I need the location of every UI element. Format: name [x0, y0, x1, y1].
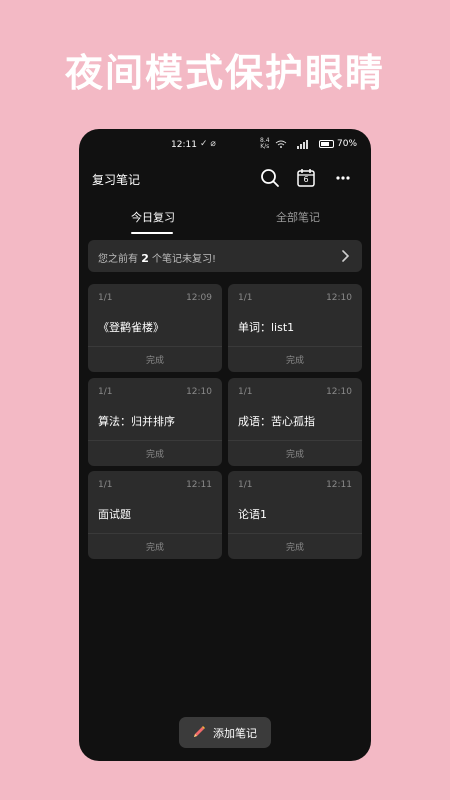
- card-title: 面试题: [98, 508, 131, 521]
- card-divider: [88, 533, 222, 534]
- card-status: 完成: [285, 543, 304, 553]
- card-time: 12:10: [326, 387, 352, 397]
- card-time: 12:10: [186, 387, 212, 397]
- app-title: 复习笔记: [92, 173, 141, 187]
- card-time: 12:11: [186, 480, 212, 490]
- note-card[interactable]: 1/1 12:09 《登鹳雀楼》 完成: [88, 284, 222, 372]
- card-title: 算法：归并排序: [98, 415, 175, 428]
- card-status: 完成: [285, 450, 304, 460]
- app-bar: 复习笔记 6: [79, 161, 371, 197]
- card-divider: [228, 346, 362, 347]
- card-time: 12:09: [186, 293, 212, 303]
- wifi-signal-icon: [275, 140, 308, 149]
- card-status: 完成: [285, 356, 304, 366]
- card-title: 单词：list1: [238, 321, 295, 334]
- notice-count: 2: [141, 252, 149, 265]
- network-speed: 8.4 K/s: [260, 138, 270, 150]
- note-card[interactable]: 1/1 12:10 单词：list1 完成: [228, 284, 362, 372]
- tab-today-review[interactable]: 今日复习: [131, 209, 175, 225]
- battery-icon: [319, 140, 334, 148]
- card-time: 12:11: [326, 480, 352, 490]
- status-bar: 12:11 ✓ ⌀ 8.4 K/s 70%: [79, 129, 371, 161]
- status-time: 12:11: [171, 140, 197, 150]
- note-card[interactable]: 1/1 12:11 论语1 完成: [228, 471, 362, 559]
- card-divider: [88, 346, 222, 347]
- tab-bar: 今日复习 全部笔记: [79, 201, 371, 235]
- signal-icons: [275, 139, 315, 151]
- search-button[interactable]: [259, 167, 281, 189]
- card-status: 完成: [145, 356, 164, 366]
- promo-headline: 夜间模式保护眼睛: [64, 51, 385, 95]
- more-button[interactable]: [332, 167, 354, 189]
- more-dots-icon: [336, 176, 350, 180]
- network-speed-unit: K/s: [260, 143, 270, 150]
- card-title: 《登鹳雀楼》: [98, 321, 164, 334]
- tab-indicator: [131, 232, 173, 234]
- chevron-right-icon: [342, 250, 350, 262]
- card-counter: 1/1: [238, 293, 253, 303]
- phone-screen: 12:11 ✓ ⌀ 8.4 K/s 70% 复习笔记 6 今日复习 全部笔记 您…: [79, 129, 371, 761]
- card-counter: 1/1: [98, 480, 113, 490]
- add-note-button[interactable]: 添加笔记: [179, 717, 271, 748]
- card-status: 完成: [145, 543, 164, 553]
- note-card[interactable]: 1/1 12:11 面试题 完成: [88, 471, 222, 559]
- tab-all-notes[interactable]: 全部笔记: [276, 209, 320, 225]
- calendar-day: 6: [303, 175, 309, 184]
- pending-review-banner[interactable]: 您之前有 2 个笔记未复习!: [88, 240, 362, 272]
- card-counter: 1/1: [98, 293, 113, 303]
- calendar-button[interactable]: 6: [295, 167, 317, 189]
- card-title: 论语1: [238, 508, 267, 521]
- battery-percentage: 70%: [337, 139, 358, 149]
- card-divider: [228, 440, 362, 441]
- notice-prefix: 您之前有: [98, 254, 138, 265]
- card-counter: 1/1: [238, 480, 253, 490]
- note-card[interactable]: 1/1 12:10 成语：苦心孤指 完成: [228, 378, 362, 466]
- battery-fill: [321, 142, 329, 146]
- card-counter: 1/1: [238, 387, 253, 397]
- card-status: 完成: [145, 450, 164, 460]
- search-icon: [261, 169, 279, 187]
- card-title: 成语：苦心孤指: [238, 415, 315, 428]
- note-card[interactable]: 1/1 12:10 算法：归并排序 完成: [88, 378, 222, 466]
- card-counter: 1/1: [98, 387, 113, 397]
- pencil-icon: [194, 726, 205, 737]
- card-divider: [228, 533, 362, 534]
- card-divider: [88, 440, 222, 441]
- card-time: 12:10: [326, 293, 352, 303]
- add-note-label: 添加笔记: [213, 727, 257, 740]
- pending-review-text: 您之前有 2 个笔记未复习!: [98, 250, 216, 265]
- notification-icons: ✓ ⌀: [200, 139, 216, 149]
- notice-suffix: 个笔记未复习!: [152, 254, 217, 265]
